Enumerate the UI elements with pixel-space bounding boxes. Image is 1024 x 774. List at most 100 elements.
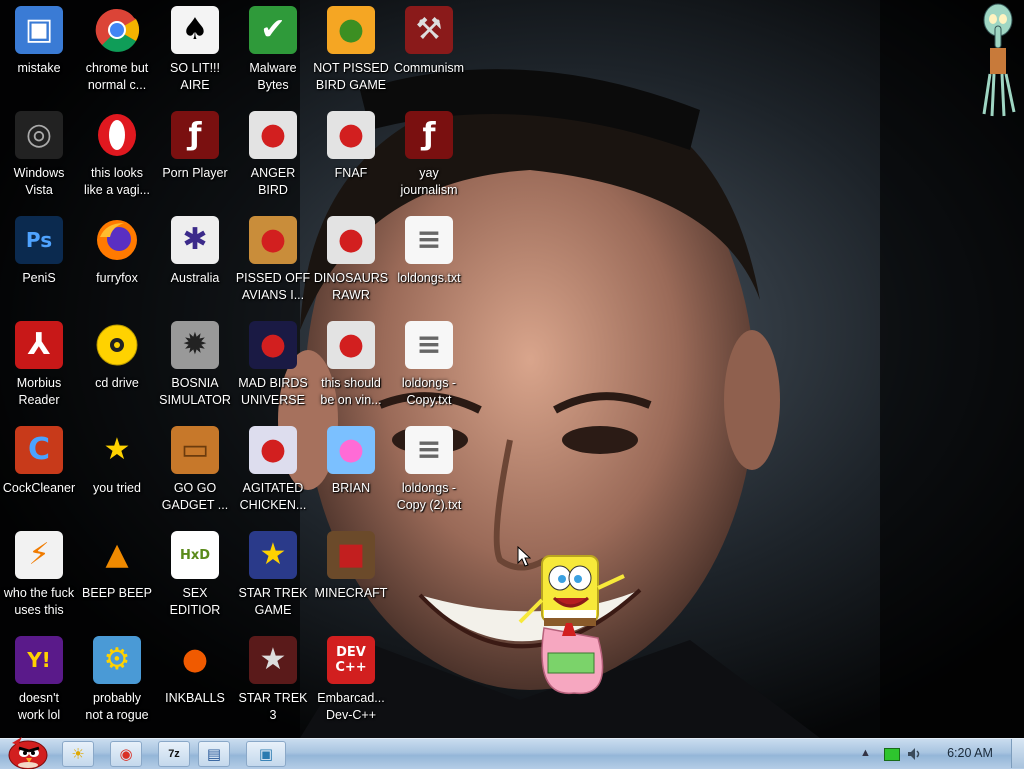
show-hidden-icons-button[interactable]: ▲ xyxy=(860,747,871,759)
star-icon: ★ xyxy=(103,432,131,467)
icon-label: Embarcad... Dev-C++ xyxy=(317,691,385,722)
icon-penis[interactable]: Ps PeniS xyxy=(0,210,78,314)
icon-not-pissed-bird-game[interactable]: ● NOT PISSED BIRD GAME xyxy=(312,0,390,104)
icon-australia[interactable]: ✱ Australia xyxy=(156,210,234,314)
winamp-icon: ⚡ xyxy=(15,531,63,579)
mouse-pointer-icon xyxy=(517,546,531,567)
icon-malware-bytes[interactable]: ✔ Malware Bytes xyxy=(234,0,312,104)
spider-solitaire-icon: ✱ xyxy=(171,216,219,264)
taskbar-7zip-button[interactable]: 7z xyxy=(158,741,190,767)
icon-label: STAR TREK 3 xyxy=(238,691,308,722)
icon-so-lit-aire[interactable]: ♠ SO LIT!!! AIRE xyxy=(156,0,234,104)
icon-label: cd drive xyxy=(95,376,139,390)
icon-embarcadero-dev-cpp[interactable]: DEV C++ Embarcad... Dev-C++ xyxy=(312,630,390,734)
angry-bird-space-icon: ● xyxy=(249,321,297,369)
show-desktop-button[interactable] xyxy=(1011,739,1024,768)
icon-label: doesn't work lol xyxy=(17,691,61,722)
yahoo-messenger-icon: Y! xyxy=(15,636,63,684)
icon-furryfox[interactable]: furryfox xyxy=(78,210,156,314)
angry-bird-icon: ● xyxy=(327,321,375,369)
icon-label: Porn Player xyxy=(162,166,228,180)
icon-star-trek-game[interactable]: ★ STAR TREK GAME xyxy=(234,525,312,629)
icon-anger-bird[interactable]: ● ANGER BIRD xyxy=(234,105,312,209)
icon-label: Malware Bytes xyxy=(249,61,297,92)
cd-icon xyxy=(93,321,141,369)
icon-you-tried[interactable]: ★ you tried xyxy=(78,420,156,524)
chrome-icon: ◉ xyxy=(119,746,133,763)
icon-cockcleaner[interactable]: C CockCleaner xyxy=(0,420,78,524)
icon-this-should-be-on-vin[interactable]: ● this should be on vin... xyxy=(312,315,390,419)
angry-bird-icon: ● xyxy=(327,111,375,159)
computer-icon: ▣ xyxy=(15,6,63,54)
icon-this-looks-like[interactable]: this looks like a vagi... xyxy=(78,105,156,209)
playing-card-icon: ♠ xyxy=(171,6,219,54)
flash-icon: ƒ xyxy=(171,111,219,159)
icon-chrome-but-normal[interactable]: chrome but normal c... xyxy=(78,0,156,104)
taskbar-chrome-button[interactable]: ◉ xyxy=(110,741,142,767)
icon-brian[interactable]: ● BRIAN xyxy=(312,420,390,524)
icon-morbius-reader[interactable]: ⅄ Morbius Reader xyxy=(0,315,78,419)
icon-label: STAR TREK GAME xyxy=(238,586,308,617)
sun-icon: ☀ xyxy=(71,746,85,763)
icon-who-uses-this[interactable]: ⚡ who the fuck uses this xyxy=(0,525,78,629)
firefox-icon xyxy=(93,216,141,264)
icon-label: Morbius Reader xyxy=(16,376,62,407)
briefcase-icon: ▭ xyxy=(171,426,219,474)
icon-loldongs-txt[interactable]: ≡ loldongs.txt xyxy=(390,210,468,314)
icon-label: CockCleaner xyxy=(2,481,76,495)
icon-communism[interactable]: ⚒ Communism xyxy=(390,0,468,104)
icon-pissed-off-avians[interactable]: ● PISSED OFF AVIANS I... xyxy=(234,210,312,314)
hxd-icon: HxD xyxy=(171,531,219,579)
icon-loldongs-copy-2[interactable]: ≡ loldongs - Copy (2).txt xyxy=(390,420,468,524)
icon-label: FNAF xyxy=(334,166,368,180)
icon-doesnt-work-lol[interactable]: Y! doesn't work lol xyxy=(0,630,78,734)
icon-star-trek-3[interactable]: ★ STAR TREK 3 xyxy=(234,630,312,734)
taskbar-file-manager-button[interactable]: ▤ xyxy=(198,741,230,767)
icon-agitated-chicken[interactable]: ● AGITATED CHICKEN... xyxy=(234,420,312,524)
start-button[interactable] xyxy=(2,733,52,770)
taskbar-explorer-button[interactable]: ☀ xyxy=(62,741,94,767)
icon-label: MINECRAFT xyxy=(314,586,388,600)
network-icon[interactable] xyxy=(884,748,900,761)
icon-loldongs-copy[interactable]: ≡ loldongs - Copy.txt xyxy=(390,315,468,419)
icon-probably-not-a-rogue[interactable]: ⚙ probably not a rogue xyxy=(78,630,156,734)
icon-cd-drive[interactable]: cd drive xyxy=(78,315,156,419)
icon-label: Windows Vista xyxy=(13,166,65,197)
icon-label: Communism xyxy=(393,61,465,75)
taskbar-app-window-button[interactable]: ▣ xyxy=(246,741,286,767)
dev-cpp-icon: DEV C++ xyxy=(327,636,375,684)
icon-label: this should be on vin... xyxy=(320,376,382,407)
angry-bird-star-wars-icon: ★ xyxy=(249,531,297,579)
volume-icon[interactable] xyxy=(907,746,923,762)
flash-icon: ƒ xyxy=(405,111,453,159)
icon-label: Australia xyxy=(170,271,220,285)
icon-bosnia-simulator[interactable]: ✹ BOSNIA SIMULATOR xyxy=(156,315,234,419)
icon-yay-journalism[interactable]: ƒ yay journalism xyxy=(390,105,468,209)
icon-label: BOSNIA SIMULATOR xyxy=(159,376,231,407)
icon-go-go-gadget[interactable]: ▭ GO GO GADGET ... xyxy=(156,420,234,524)
icon-label: PeniS xyxy=(22,271,56,285)
7zip-icon: 7z xyxy=(168,748,180,760)
icon-dinosaurs-rawr[interactable]: ● DINOSAURS RAWR xyxy=(312,210,390,314)
icon-minecraft[interactable]: ■ MINECRAFT xyxy=(312,525,390,629)
icon-windows-vista[interactable]: ◎ Windows Vista xyxy=(0,105,78,209)
icon-sex-editior[interactable]: HxD SEX EDITIOR xyxy=(156,525,234,629)
icon-porn-player[interactable]: ƒ Porn Player xyxy=(156,105,234,209)
icon-label: NOT PISSED BIRD GAME xyxy=(313,61,389,92)
desktop[interactable]: ▣ mistake chrome but normal c... ♠ SO LIT!!!… xyxy=(0,0,1024,738)
icon-mad-birds-universe[interactable]: ● MAD BIRDS UNIVERSE xyxy=(234,315,312,419)
icon-label: SEX EDITIOR xyxy=(169,586,221,617)
taskbar-clock[interactable]: 6:20 AM xyxy=(930,746,1010,760)
icon-label: PISSED OFF AVIANS I... xyxy=(235,271,311,302)
icon-label: MAD BIRDS UNIVERSE xyxy=(238,376,308,407)
icon-label: ANGER BIRD xyxy=(250,166,296,197)
icon-label: who the fuck uses this xyxy=(3,586,75,617)
icon-label: you tried xyxy=(93,481,141,495)
icon-beep-beep[interactable]: ▲ BEEP BEEP xyxy=(78,525,156,629)
icon-inkballs[interactable]: ● INKBALLS xyxy=(156,630,234,734)
chrome-icon xyxy=(93,6,141,54)
icon-label: probably not a rogue xyxy=(85,691,149,722)
icon-mistake[interactable]: ▣ mistake xyxy=(0,0,78,104)
icon-fnaf[interactable]: ● FNAF xyxy=(312,105,390,209)
inkball-icon: ● xyxy=(181,642,209,677)
